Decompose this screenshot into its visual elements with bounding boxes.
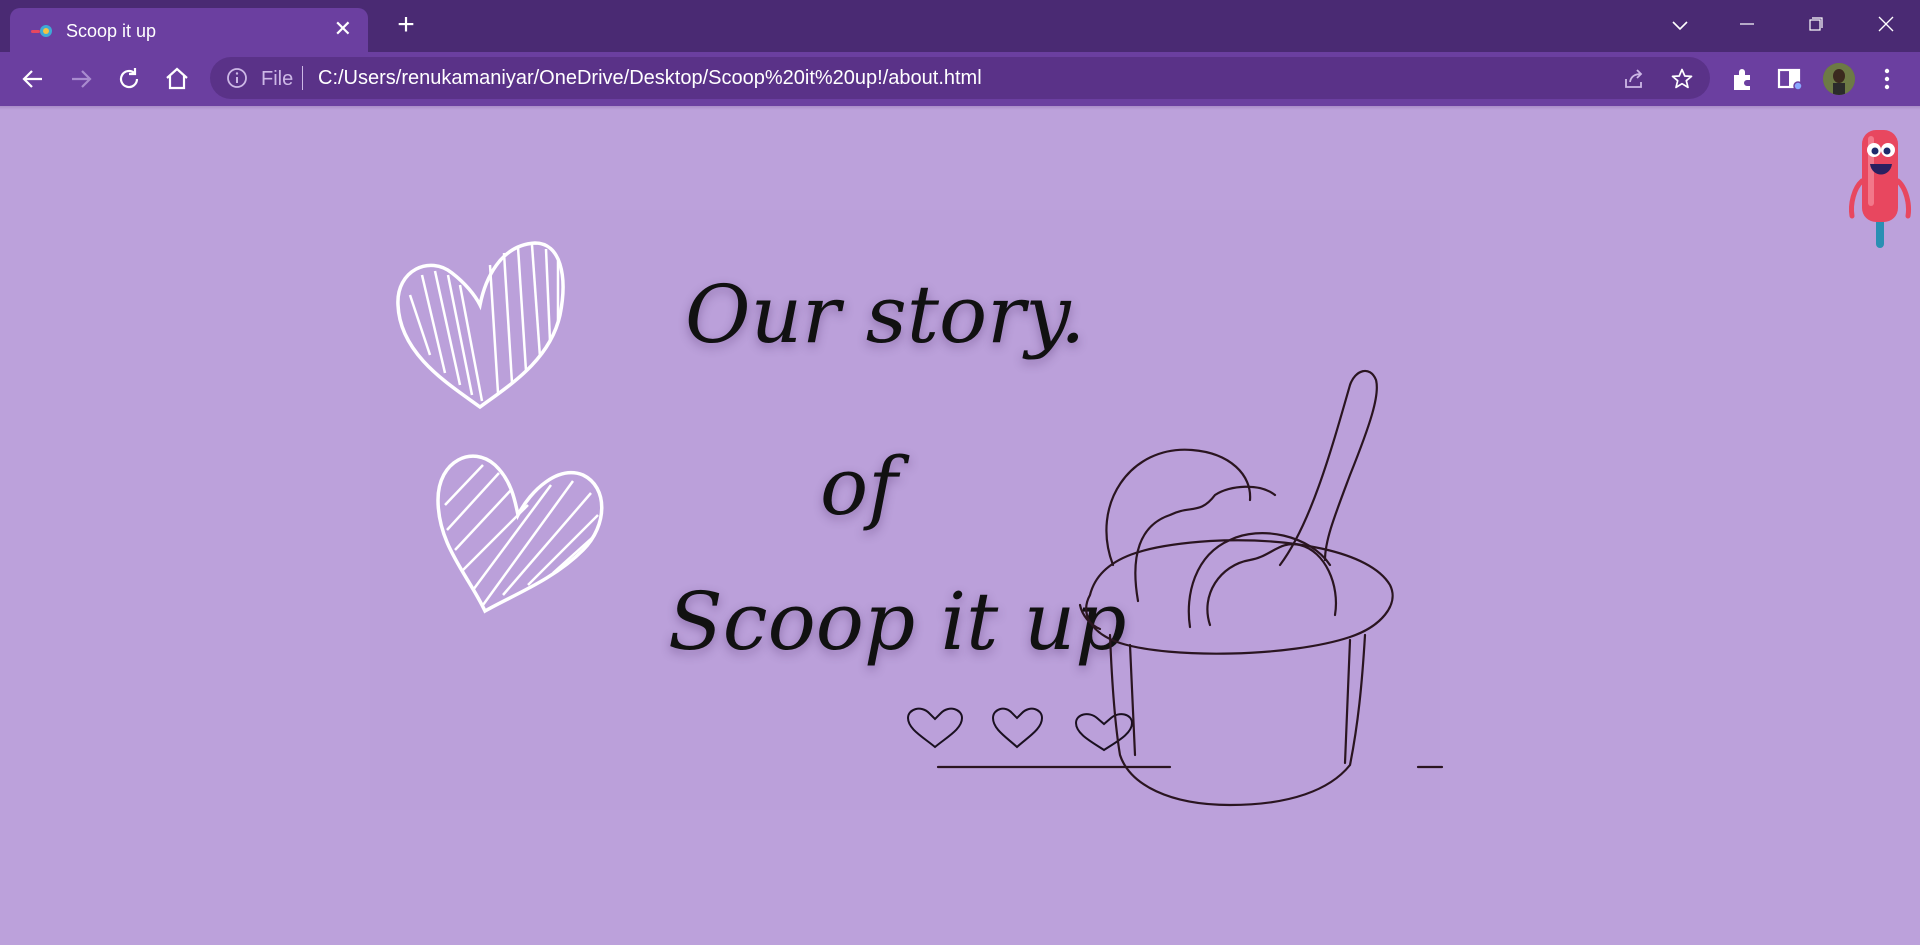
popsicle-mascot-icon (1849, 130, 1911, 248)
back-icon[interactable] (18, 64, 48, 94)
story-title-line2: of (820, 440, 898, 533)
tab-list-icon[interactable] (1660, 10, 1700, 42)
close-window-button[interactable] (1866, 10, 1906, 42)
url-text[interactable]: C:/Users/renukamaniyar/OneDrive/Desktop/… (318, 67, 982, 90)
scheme-label: File (261, 68, 294, 90)
tab-close-icon[interactable]: ✕ (334, 18, 352, 40)
minimize-button[interactable] (1727, 10, 1767, 42)
sidepanel-icon[interactable] (1776, 65, 1804, 93)
new-tab-button[interactable]: + (390, 10, 422, 42)
address-bar[interactable]: File C:/Users/renukamaniyar/OneDrive/Des… (210, 57, 1710, 99)
page-top-shadow (0, 106, 1920, 110)
browser-titlebar: Scoop it up ✕ + (0, 0, 1920, 52)
sketch-heart-icon (396, 241, 565, 410)
active-tab[interactable]: Scoop it up ✕ (10, 8, 368, 52)
minimize-icon (1740, 23, 1754, 25)
profile-avatar[interactable] (1823, 63, 1855, 95)
address-separator (302, 66, 303, 90)
story-title-line1: Our story. (685, 268, 1086, 361)
info-icon[interactable] (226, 67, 248, 89)
star-icon[interactable] (1670, 67, 1694, 91)
tab-title: Scoop it up (66, 21, 157, 41)
home-icon[interactable] (162, 64, 192, 94)
browser-toolbar: File C:/Users/renukamaniyar/OneDrive/Des… (0, 52, 1920, 106)
reload-icon[interactable] (114, 64, 144, 94)
close-icon (1878, 16, 1894, 32)
share-icon[interactable] (1622, 67, 1646, 91)
sketch-heart-icon (436, 454, 604, 614)
menu-icon[interactable] (1873, 65, 1901, 93)
extensions-icon[interactable] (1729, 65, 1757, 93)
forward-icon[interactable] (66, 64, 96, 94)
ice-cream-cup-icon (936, 369, 1444, 807)
maximize-button[interactable] (1796, 10, 1836, 42)
maximize-icon (1809, 17, 1823, 31)
tab-favicon-icon (31, 25, 52, 37)
